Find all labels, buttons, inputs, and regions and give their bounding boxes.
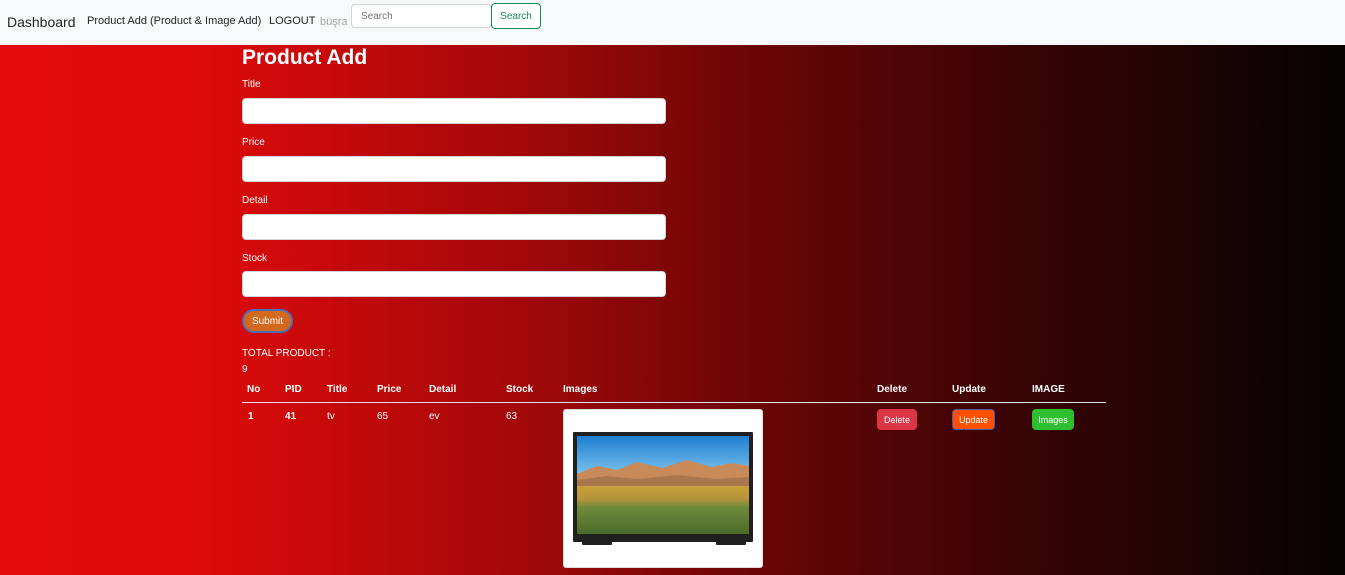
title-input[interactable] xyxy=(242,98,666,124)
stock-label: Stock xyxy=(242,253,268,264)
column-header-price: Price xyxy=(377,384,402,395)
submit-button[interactable]: Submit xyxy=(242,309,293,333)
product-image-card xyxy=(563,409,763,568)
column-header-detail: Detail xyxy=(429,384,457,395)
title-label: Title xyxy=(242,79,261,90)
images-button[interactable]: Images xyxy=(1032,409,1074,430)
column-header-stock: Stock xyxy=(506,384,534,395)
total-product-count: 9 xyxy=(242,364,248,375)
cell-detail: ev xyxy=(429,411,440,422)
column-header-delete: Delete xyxy=(877,384,908,395)
tv-screen-landscape-icon xyxy=(577,436,749,534)
column-header-update: Update xyxy=(952,384,986,395)
cell-price: 65 xyxy=(377,411,389,422)
column-header-image: IMAGE xyxy=(1032,384,1065,395)
column-header-images: Images xyxy=(563,384,598,395)
cell-pid: 41 xyxy=(285,411,297,422)
page-title: Product Add xyxy=(242,46,368,69)
column-header-no: No xyxy=(247,384,261,395)
price-label: Price xyxy=(242,137,265,148)
column-header-pid: PID xyxy=(285,384,302,395)
price-input[interactable] xyxy=(242,156,666,182)
stock-input[interactable] xyxy=(242,271,666,297)
tv-stand-right-icon xyxy=(716,539,746,545)
update-button[interactable]: Update xyxy=(952,409,995,430)
cell-title: tv xyxy=(327,411,335,422)
nav-link-product-add[interactable]: Product Add (Product & Image Add) xyxy=(87,15,261,27)
detail-input[interactable] xyxy=(242,214,666,240)
cell-stock: 63 xyxy=(506,411,518,422)
column-header-title: Title xyxy=(327,384,348,395)
navbar: Dashboard Product Add (Product & Image A… xyxy=(0,0,1345,45)
delete-button[interactable]: Delete xyxy=(877,409,917,430)
table-header-divider xyxy=(242,402,1106,403)
brand-link[interactable]: Dashboard xyxy=(7,14,76,30)
nav-username: büşra xyxy=(320,16,348,28)
detail-label: Detail xyxy=(242,195,268,206)
tv-image xyxy=(573,432,753,542)
tv-stand-left-icon xyxy=(582,539,612,545)
nav-link-logout[interactable]: LOGOUT xyxy=(269,15,315,27)
search-input[interactable] xyxy=(351,4,492,28)
search-button[interactable]: Search xyxy=(491,3,541,29)
cell-no: 1 xyxy=(248,411,254,422)
total-product-label: TOTAL PRODUCT : xyxy=(242,348,331,359)
